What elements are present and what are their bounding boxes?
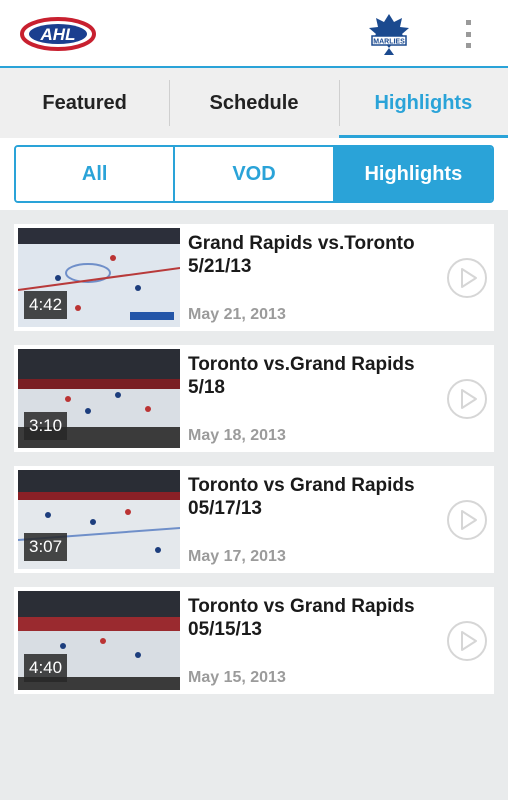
svg-text:AHL: AHL xyxy=(40,25,76,44)
video-card[interactable]: 3:07 Toronto vs Grand Rapids 05/17/13 Ma… xyxy=(14,466,494,573)
video-title[interactable]: Toronto vs.Grand Rapids 5/18 xyxy=(188,353,438,399)
video-thumbnail[interactable]: 4:42 xyxy=(18,228,180,327)
filter-all-button[interactable]: All xyxy=(16,147,174,201)
tab-schedule[interactable]: Schedule xyxy=(169,68,338,138)
video-title[interactable]: Toronto vs Grand Rapids 05/17/13 xyxy=(188,474,438,520)
video-thumbnail[interactable]: 3:07 xyxy=(18,470,180,569)
app-bar: AHL MARLIES xyxy=(0,0,508,68)
main-tabs: Featured Schedule Highlights xyxy=(0,68,508,138)
video-card[interactable]: 4:42 Grand Rapids vs.Toronto 5/21/13 May… xyxy=(14,224,494,331)
video-duration: 4:40 xyxy=(24,654,68,682)
filter-bar: All VOD Highlights xyxy=(0,138,508,210)
play-icon[interactable] xyxy=(446,499,488,541)
video-title[interactable]: Toronto vs Grand Rapids 05/15/13 xyxy=(188,595,438,641)
ahl-logo[interactable]: AHL xyxy=(20,14,96,54)
video-date: May 18, 2013 xyxy=(188,427,286,444)
play-icon[interactable] xyxy=(446,620,488,662)
video-thumbnail[interactable]: 3:10 xyxy=(18,349,180,448)
tab-highlights[interactable]: Highlights xyxy=(338,68,508,138)
overflow-menu-icon[interactable] xyxy=(456,20,480,48)
video-duration: 3:07 xyxy=(24,533,68,561)
video-card[interactable]: 3:10 Toronto vs.Grand Rapids 5/18 May 18… xyxy=(14,345,494,452)
video-list: 4:42 Grand Rapids vs.Toronto 5/21/13 May… xyxy=(14,224,494,708)
video-title[interactable]: Grand Rapids vs.Toronto 5/21/13 xyxy=(188,232,438,278)
play-icon[interactable] xyxy=(446,378,488,420)
video-duration: 4:42 xyxy=(24,291,68,319)
play-icon[interactable] xyxy=(446,257,488,299)
video-thumbnail[interactable]: 4:40 xyxy=(18,591,180,690)
svg-text:MARLIES: MARLIES xyxy=(373,39,405,46)
tab-featured[interactable]: Featured xyxy=(0,68,169,138)
video-date: May 17, 2013 xyxy=(188,548,286,565)
video-date: May 21, 2013 xyxy=(188,306,286,323)
filter-vod-button[interactable]: VOD xyxy=(173,147,333,201)
video-card[interactable]: 4:40 Toronto vs Grand Rapids 05/15/13 Ma… xyxy=(14,587,494,694)
team-logo[interactable]: MARLIES xyxy=(366,12,412,56)
video-date: May 15, 2013 xyxy=(188,669,286,686)
filter-segmented-control: All VOD Highlights xyxy=(14,145,494,203)
filter-highlights-button[interactable]: Highlights xyxy=(332,147,492,201)
video-duration: 3:10 xyxy=(24,412,68,440)
